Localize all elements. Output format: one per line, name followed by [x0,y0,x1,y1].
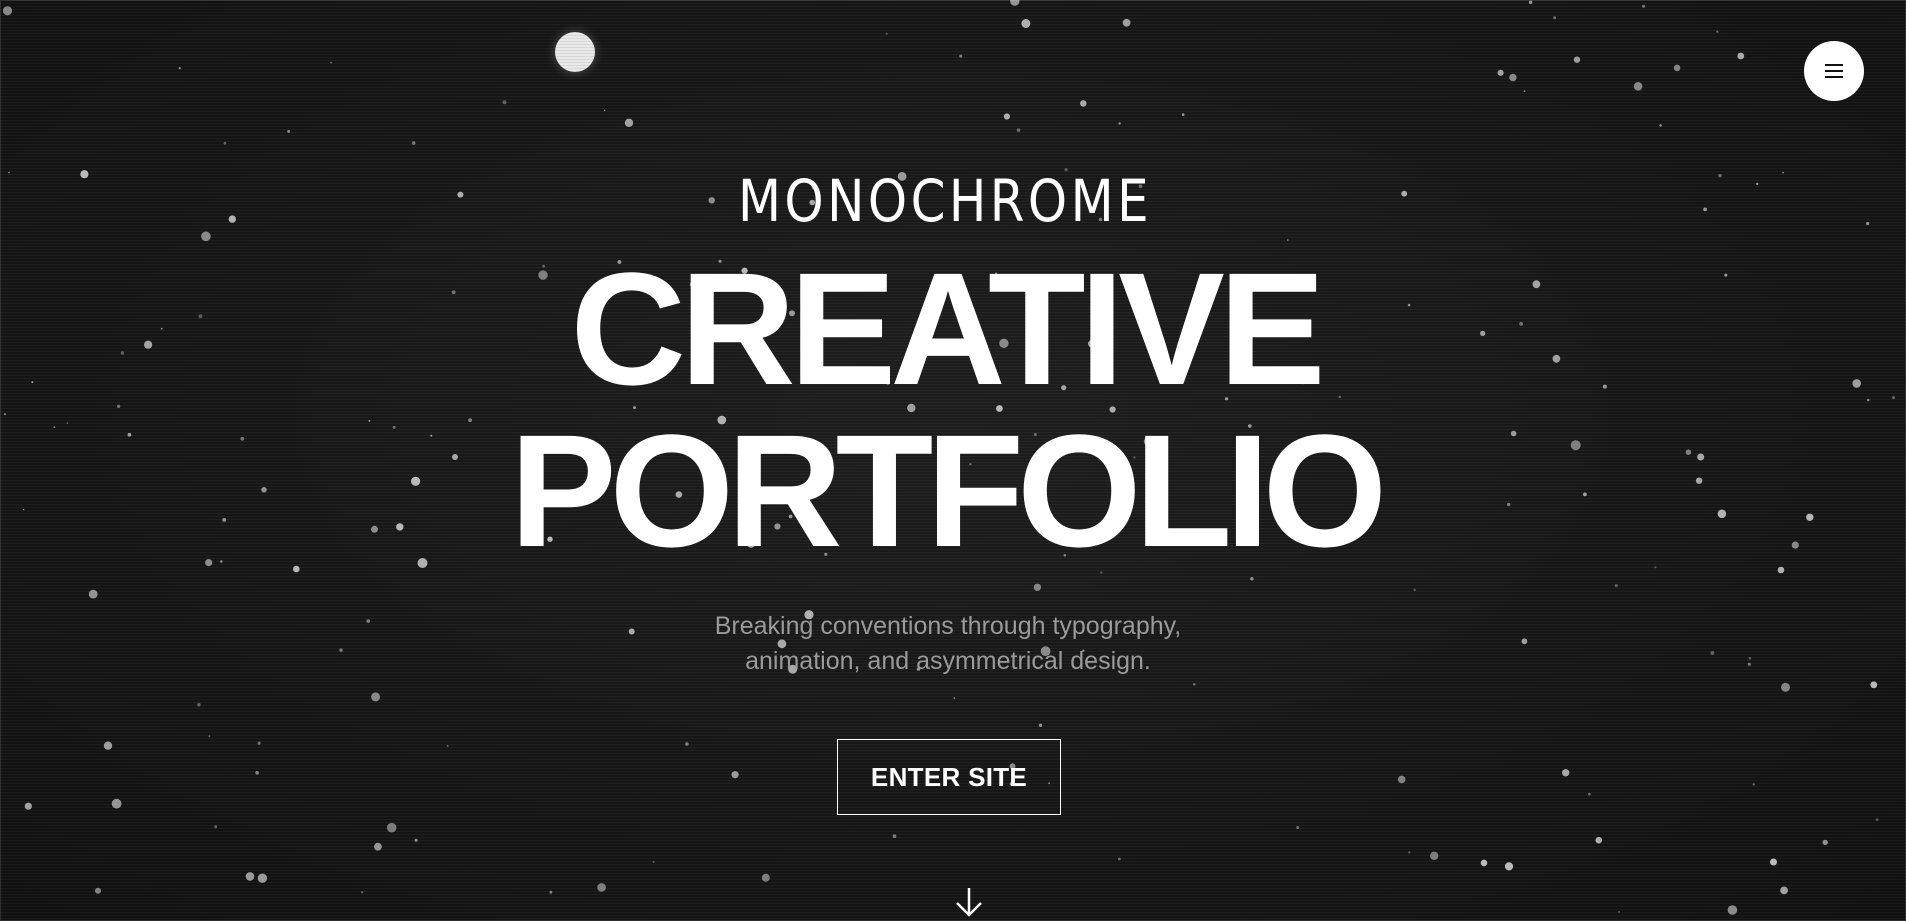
enter-site-button[interactable]: ENTER SITE [837,739,1061,815]
hero-eyebrow: MONOCHROME [737,167,1153,235]
hero-tagline-line1: Breaking conventions through typography, [714,612,1182,640]
landing-page: MONOCHROME CREATIVE PORTFOLIO Breaking c… [0,0,1906,921]
hero-section: MONOCHROME CREATIVE PORTFOLIO Breaking c… [0,0,1906,921]
hero-tagline: Breaking conventions through typography,… [0,609,1896,679]
hero-headline-line2: PORTFOLIO [509,401,1387,580]
hero-tagline-line2: animation, and asymmetrical design. [745,647,1151,675]
hero-headline-line1: CREATIVE [570,239,1325,418]
arrow-down-icon[interactable] [953,886,985,918]
